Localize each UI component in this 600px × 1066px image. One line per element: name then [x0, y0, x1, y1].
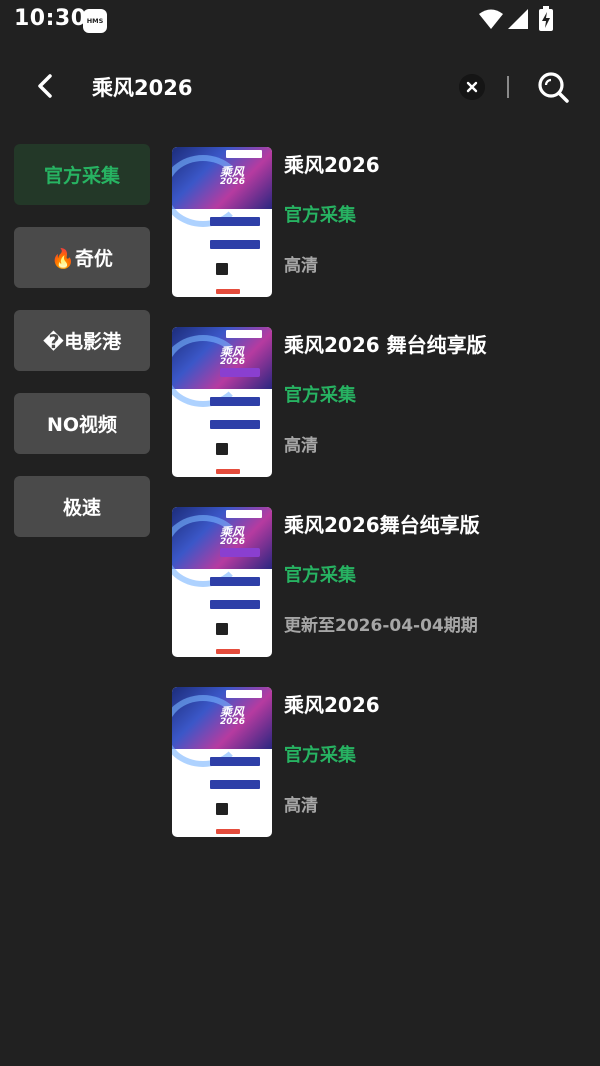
- poster-subtitle: 2026: [220, 357, 246, 367]
- result-source: 官方采集: [284, 205, 356, 226]
- poster-subtitle: 2026: [220, 717, 246, 727]
- wifi-icon: [479, 9, 503, 29]
- source-item-no-video[interactable]: NO视频: [14, 393, 150, 454]
- header-divider: [507, 76, 509, 98]
- poster-sponsors: [180, 577, 264, 657]
- source-label: �电影港: [42, 331, 122, 353]
- poster-stage-tag: [220, 368, 260, 377]
- result-source: 官方采集: [284, 745, 356, 766]
- poster-banner: 乘风 2026: [172, 507, 272, 587]
- source-label: 极速: [62, 497, 101, 519]
- poster-banner: 乘风 2026: [172, 327, 272, 407]
- result-source: 官方采集: [284, 565, 356, 586]
- result-item[interactable]: 乘风 2026 乘风2026 官方采集 高清: [172, 147, 592, 327]
- source-list: 官方采集 🔥奇优 �电影港 NO视频 极速: [14, 144, 150, 559]
- result-item[interactable]: 乘风 2026 乘风2026舞台纯享版 官方采集 更新至2026-04-04期期: [172, 507, 592, 687]
- poster-badge: [226, 150, 262, 158]
- poster-sponsors: [180, 757, 264, 837]
- result-quality: 高清: [284, 256, 318, 276]
- result-quality: 高清: [284, 436, 318, 456]
- result-quality: 高清: [284, 796, 318, 816]
- result-quality: 更新至2026-04-04期期: [284, 616, 478, 636]
- result-item[interactable]: 乘风 2026 乘风2026 舞台纯享版 官方采集 高清: [172, 327, 592, 507]
- battery-charging-icon: [539, 6, 553, 31]
- poster-stage-tag: [220, 548, 260, 557]
- poster-image[interactable]: 乘风 2026: [172, 147, 272, 297]
- source-label: 🔥奇优: [51, 248, 113, 270]
- result-title[interactable]: 乘风2026: [284, 149, 380, 178]
- source-label: 官方采集: [43, 165, 120, 187]
- poster-subtitle: 2026: [220, 537, 246, 547]
- back-arrow-icon[interactable]: [30, 70, 62, 102]
- source-item-dianyinggang[interactable]: �电影港: [14, 310, 150, 371]
- status-bar: 10:30 HMS: [0, 0, 600, 42]
- signal-icon: [508, 9, 528, 29]
- source-item-jisu[interactable]: 极速: [14, 476, 150, 537]
- poster-badge: [226, 330, 262, 338]
- source-label: NO视频: [46, 414, 118, 436]
- poster-subtitle: 2026: [220, 177, 246, 187]
- poster-banner: 乘风 2026: [172, 147, 272, 227]
- search-query-text[interactable]: 乘风2026: [92, 72, 192, 102]
- hms-icon: HMS: [83, 9, 107, 33]
- source-item-qiyou[interactable]: 🔥奇优: [14, 227, 150, 288]
- hms-label: HMS: [86, 17, 104, 25]
- result-list: 乘风 2026 乘风2026 官方采集 高清 乘风 2026 乘风2026 舞台…: [172, 147, 592, 867]
- result-item[interactable]: 乘风 2026 乘风2026 官方采集 高清: [172, 687, 592, 867]
- result-source: 官方采集: [284, 385, 356, 406]
- poster-image[interactable]: 乘风 2026: [172, 327, 272, 477]
- poster-sponsors: [180, 217, 264, 297]
- source-item-official[interactable]: 官方采集: [14, 144, 150, 205]
- result-title[interactable]: 乘风2026舞台纯享版: [284, 509, 480, 538]
- poster-badge: [226, 690, 262, 698]
- poster-badge: [226, 510, 262, 518]
- status-time: 10:30: [14, 6, 87, 31]
- poster-banner: 乘风 2026: [172, 687, 272, 767]
- result-title[interactable]: 乘风2026: [284, 689, 380, 718]
- result-title[interactable]: 乘风2026 舞台纯享版: [284, 329, 487, 358]
- search-icon[interactable]: [536, 70, 570, 104]
- poster-sponsors: [180, 397, 264, 477]
- poster-image[interactable]: 乘风 2026: [172, 507, 272, 657]
- poster-image[interactable]: 乘风 2026: [172, 687, 272, 837]
- clear-icon[interactable]: [459, 74, 485, 100]
